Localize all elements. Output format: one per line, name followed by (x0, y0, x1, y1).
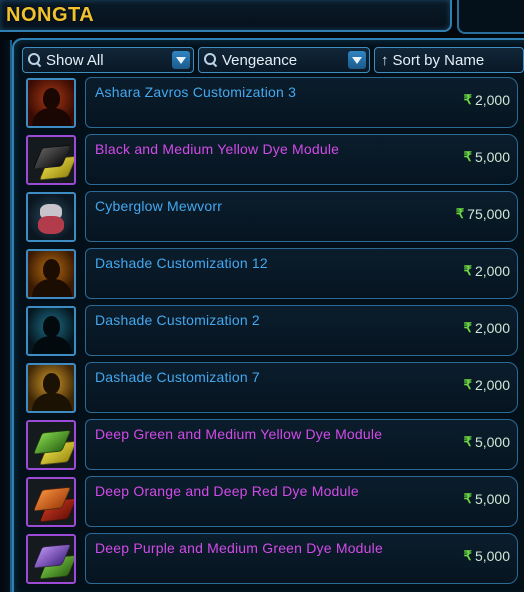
item-price: ₹75,000 (455, 206, 510, 222)
portrait-ashara-icon (26, 78, 76, 128)
dye-green-yellow-icon (26, 420, 76, 470)
credit-icon: ₹ (455, 206, 465, 221)
title-frame-corner (457, 0, 524, 34)
title-bar: NONGTA (0, 0, 452, 32)
list-item[interactable]: Dashade Customization 2 ₹2,000 (24, 305, 520, 357)
show-filter-label: Show All (46, 51, 104, 69)
item-info[interactable]: Black and Medium Yellow Dye Module ₹5,00… (85, 134, 518, 185)
credit-icon: ₹ (463, 377, 472, 392)
list-item[interactable]: Deep Purple and Medium Green Dye Module … (24, 533, 520, 585)
dye-black-yellow-icon (26, 135, 76, 185)
sort-by-name-button[interactable]: ↑ Sort by Name (374, 47, 524, 73)
item-price: ₹2,000 (463, 320, 510, 336)
server-filter-label: Vengeance (222, 51, 298, 69)
chevron-down-icon[interactable] (172, 51, 190, 69)
credit-icon: ₹ (463, 434, 472, 449)
list-item[interactable]: Dashade Customization 7 ₹2,000 (24, 362, 520, 414)
show-filter-dropdown[interactable]: Show All (22, 47, 194, 73)
item-price: ₹2,000 (463, 377, 510, 393)
item-price: ₹5,000 (463, 149, 510, 165)
item-info[interactable]: Dashade Customization 2 ₹2,000 (85, 305, 518, 356)
list-item[interactable]: Ashara Zavros Customization 3 ₹2,000 (24, 77, 520, 129)
credit-icon: ₹ (463, 320, 472, 335)
item-info[interactable]: Dashade Customization 12 ₹2,000 (85, 248, 518, 299)
portrait-dashade-7-icon (26, 363, 76, 413)
credit-icon: ₹ (463, 548, 472, 563)
sort-arrow-icon: ↑ (381, 51, 389, 69)
item-name: Ashara Zavros Customization 3 (95, 84, 297, 100)
item-name: Deep Orange and Deep Red Dye Module (95, 483, 359, 499)
item-name: Dashade Customization 2 (95, 312, 260, 328)
portrait-dashade-12-icon (26, 249, 76, 299)
item-info[interactable]: Dashade Customization 7 ₹2,000 (85, 362, 518, 413)
dye-purple-green-icon (26, 534, 76, 584)
search-icon (28, 53, 42, 67)
list-item[interactable]: Black and Medium Yellow Dye Module ₹5,00… (24, 134, 520, 186)
item-price: ₹5,000 (463, 548, 510, 564)
item-price: ₹5,000 (463, 434, 510, 450)
credit-icon: ₹ (463, 263, 472, 278)
item-info[interactable]: Deep Purple and Medium Green Dye Module … (85, 533, 518, 584)
item-info[interactable]: Ashara Zavros Customization 3 ₹2,000 (85, 77, 518, 128)
sort-label: Sort by Name (392, 51, 485, 69)
item-info[interactable]: Cyberglow Mewvorr ₹75,000 (85, 191, 518, 242)
portrait-dashade-2-icon (26, 306, 76, 356)
list-item[interactable]: Cyberglow Mewvorr ₹75,000 (24, 191, 520, 243)
scrollbar[interactable] (0, 40, 12, 592)
item-price: ₹2,000 (463, 263, 510, 279)
mewvorr-pet-icon (26, 192, 76, 242)
item-name: Black and Medium Yellow Dye Module (95, 141, 340, 157)
server-filter-dropdown[interactable]: Vengeance (198, 47, 370, 73)
item-price: ₹2,000 (463, 92, 510, 108)
item-name: Cyberglow Mewvorr (95, 198, 223, 214)
list-item[interactable]: Deep Orange and Deep Red Dye Module ₹5,0… (24, 476, 520, 528)
list-item[interactable]: Deep Green and Medium Yellow Dye Module … (24, 419, 520, 471)
item-info[interactable]: Deep Green and Medium Yellow Dye Module … (85, 419, 518, 470)
item-price: ₹5,000 (463, 491, 510, 507)
item-name: Deep Purple and Medium Green Dye Module (95, 540, 383, 556)
credit-icon: ₹ (463, 491, 472, 506)
item-name: Dashade Customization 7 (95, 369, 260, 385)
item-name: Dashade Customization 12 (95, 255, 268, 271)
credit-icon: ₹ (463, 149, 472, 164)
search-icon (204, 53, 218, 67)
chevron-down-icon[interactable] (348, 51, 366, 69)
item-name: Deep Green and Medium Yellow Dye Module (95, 426, 383, 442)
credit-icon: ₹ (463, 92, 472, 107)
window-title: NONGTA (6, 4, 95, 26)
list-item[interactable]: Dashade Customization 12 ₹2,000 (24, 248, 520, 300)
item-info[interactable]: Deep Orange and Deep Red Dye Module ₹5,0… (85, 476, 518, 527)
dye-orange-red-icon (26, 477, 76, 527)
